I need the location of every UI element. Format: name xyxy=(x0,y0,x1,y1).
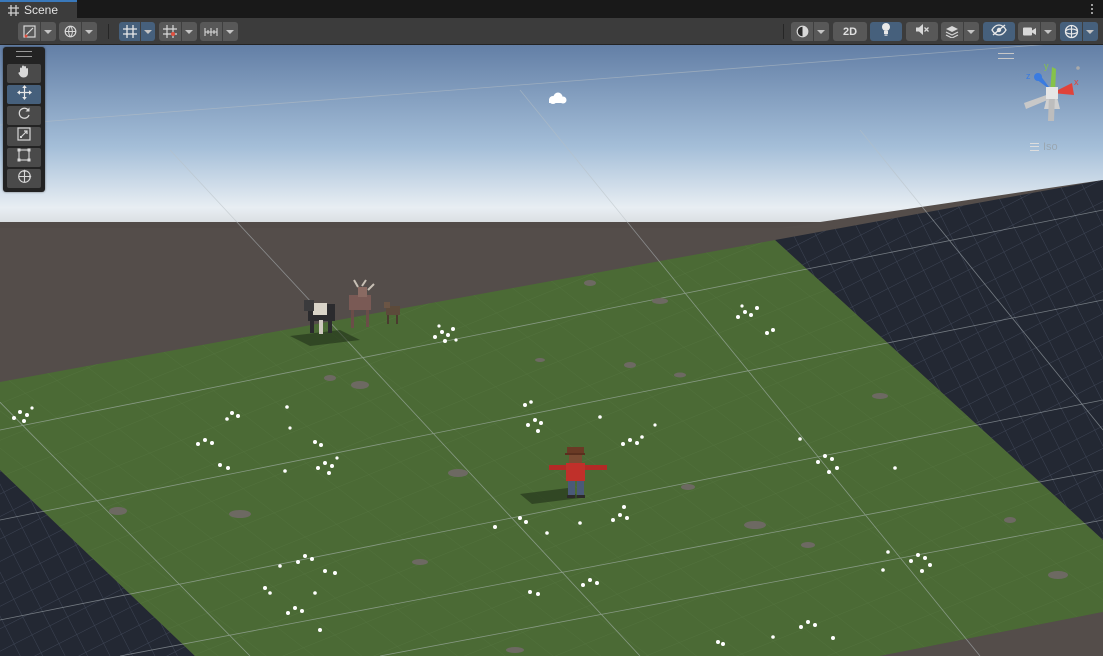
tools-overlay xyxy=(3,47,45,192)
chevron-down-icon xyxy=(40,22,55,41)
audio-toggle[interactable] xyxy=(906,22,938,41)
ruler-icon xyxy=(200,22,222,41)
more-vertical-icon[interactable] xyxy=(1089,2,1095,16)
scene-toolbar: 2D xyxy=(0,18,1103,45)
grid-icon xyxy=(119,22,140,41)
chevron-down-icon xyxy=(813,22,828,41)
rect-tool-button[interactable] xyxy=(7,148,41,167)
scale-icon xyxy=(17,127,31,146)
draw-mode-icon xyxy=(18,22,40,41)
chevron-down-icon xyxy=(181,22,196,41)
sky xyxy=(0,45,1103,230)
scene-viewport[interactable]: y z x Iso xyxy=(0,45,1103,656)
gizmo-y-label: y xyxy=(1044,61,1049,71)
rotate-tool-button[interactable] xyxy=(7,106,41,125)
scene-render xyxy=(0,45,1103,656)
effects-dropdown[interactable] xyxy=(941,22,979,41)
render-mode-dropdown[interactable] xyxy=(59,22,97,41)
draw-mode-dropdown[interactable] xyxy=(18,22,56,41)
2d-mode-toggle[interactable]: 2D xyxy=(833,22,867,41)
chevron-down-icon xyxy=(81,22,96,41)
gizmos-dropdown[interactable] xyxy=(1060,22,1098,41)
projection-toggle[interactable]: Iso xyxy=(1030,141,1058,153)
tab-scene[interactable]: Scene xyxy=(0,0,77,18)
shading-mode-dropdown[interactable] xyxy=(791,22,829,41)
menu-lines-icon xyxy=(1030,143,1039,151)
transform-tool-button[interactable] xyxy=(7,169,41,188)
hand-icon xyxy=(17,64,31,83)
grid-snapping-toggle[interactable] xyxy=(159,22,197,41)
projection-label: Iso xyxy=(1043,141,1058,153)
chevron-down-icon xyxy=(222,22,237,41)
gizmo-x-label: x xyxy=(1074,77,1079,87)
orientation-gizmo[interactable]: y z x xyxy=(1012,55,1092,135)
toolbar-separator xyxy=(108,24,109,39)
axis-gizmo-icon: y z x xyxy=(1024,61,1080,121)
layers-icon xyxy=(941,22,963,41)
increment-snapping-dropdown[interactable] xyxy=(200,22,238,41)
rotate-icon xyxy=(17,106,31,125)
tab-label: Scene xyxy=(24,3,59,17)
scene-visibility-toggle[interactable] xyxy=(983,22,1015,41)
gizmo-sphere-icon xyxy=(1060,22,1082,41)
tab-bar: Scene xyxy=(0,0,1103,18)
lightbulb-icon xyxy=(880,22,892,41)
grid-snap-icon xyxy=(159,22,181,41)
mute-icon xyxy=(915,23,929,41)
move-icon xyxy=(16,84,32,105)
rect-transform-icon xyxy=(17,148,31,167)
sphere-shading-icon xyxy=(791,22,813,41)
move-tool-button[interactable] xyxy=(7,84,41,105)
2d-label: 2D xyxy=(842,25,858,38)
overlay-grip-handle[interactable] xyxy=(16,51,32,57)
chevron-down-icon xyxy=(963,22,978,41)
hand-tool-button[interactable] xyxy=(7,64,41,83)
chevron-down-icon xyxy=(140,22,155,41)
transform-icon xyxy=(17,169,32,189)
grid-hash-icon xyxy=(8,4,19,16)
gizmo-center-cube xyxy=(1046,87,1058,99)
eye-hidden-icon xyxy=(991,23,1007,41)
lighting-toggle[interactable] xyxy=(870,22,902,41)
gizmo-z-label: z xyxy=(1026,71,1031,81)
chevron-down-icon xyxy=(1040,22,1055,41)
grid-visibility-toggle[interactable] xyxy=(119,22,155,41)
chevron-down-icon xyxy=(1082,22,1097,41)
camera-settings-dropdown[interactable] xyxy=(1018,22,1056,41)
camera-icon xyxy=(1018,22,1040,41)
toolbar-separator xyxy=(783,24,784,39)
globe-icon xyxy=(59,22,81,41)
scale-tool-button[interactable] xyxy=(7,127,41,146)
